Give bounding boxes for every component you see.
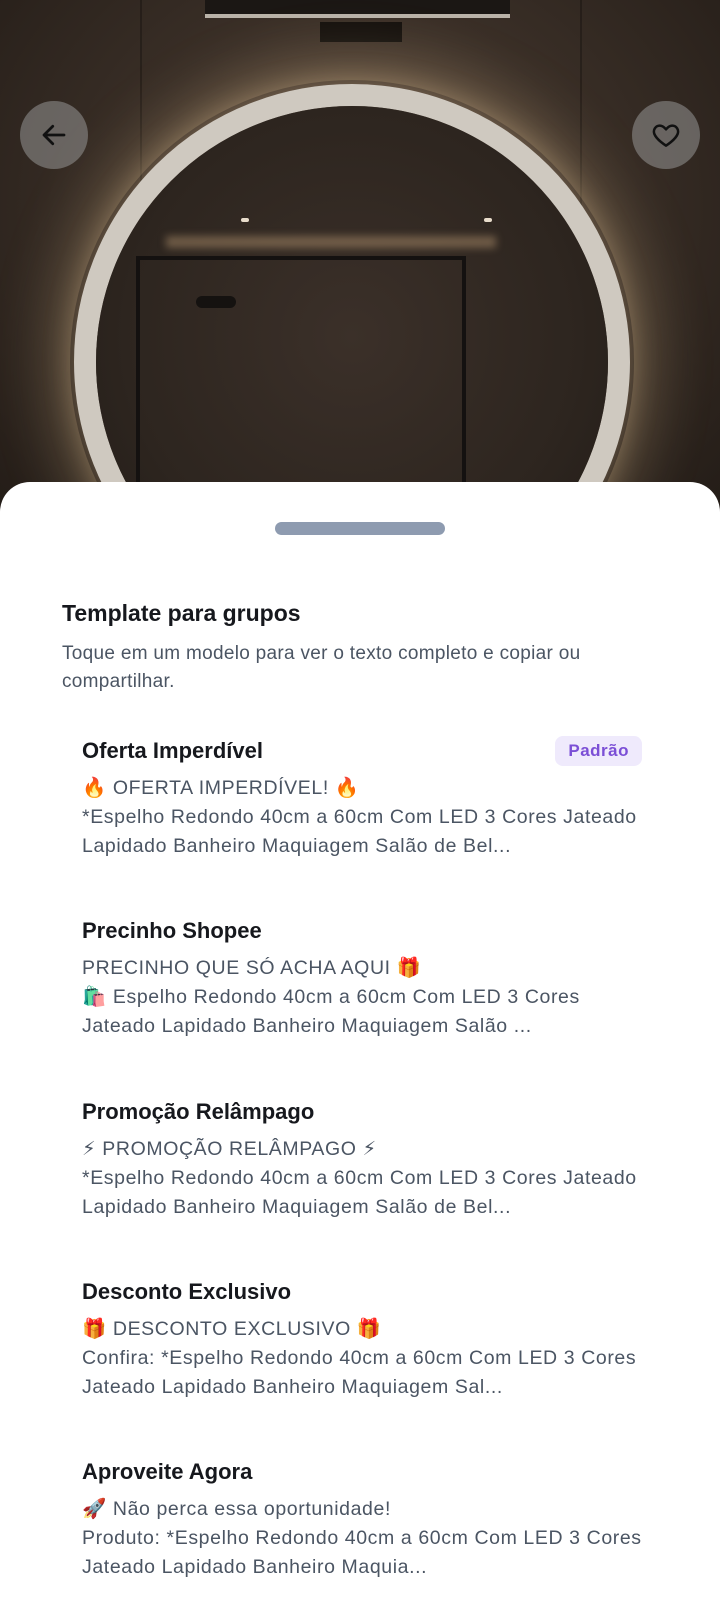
template-card-precinho-shopee[interactable]: Precinho Shopee PRECINHO QUE SÓ ACHA AQU… xyxy=(82,914,642,1041)
default-badge: Padrão xyxy=(555,736,642,766)
template-name: Desconto Exclusivo xyxy=(82,1279,292,1304)
template-card-aproveite-agora[interactable]: Aproveite Agora 🚀 Não perca essa oportun… xyxy=(82,1455,642,1582)
template-card-oferta-imperdivel[interactable]: Oferta Imperdível Padrão 🔥 OFERTA IMPERD… xyxy=(82,734,642,861)
product-image-lamp-base xyxy=(320,22,402,42)
sheet-drag-handle[interactable] xyxy=(275,522,445,535)
template-card-desconto-exclusivo[interactable]: Desconto Exclusivo 🎁 DESCONTO EXCLUSIVO … xyxy=(82,1275,642,1402)
favorite-button[interactable] xyxy=(632,101,700,169)
template-preview: 🚀 Não perca essa oportunidade! Produto: … xyxy=(82,1498,642,1578)
sheet-subtitle: Toque em um modelo para ver o texto comp… xyxy=(62,643,581,692)
arrow-left-icon xyxy=(42,124,66,146)
template-card-promocao-relampago[interactable]: Promoção Relâmpago ⚡ PROMOÇÃO RELÂMPAGO … xyxy=(82,1095,642,1222)
template-preview: 🎁 DESCONTO EXCLUSIVO 🎁 Confira: *Espelho… xyxy=(82,1318,637,1398)
product-image-lamp xyxy=(205,0,510,18)
template-name: Precinho Shopee xyxy=(82,918,262,943)
product-image xyxy=(0,0,720,520)
sheet-title: Template para grupos xyxy=(62,600,301,626)
product-image-shower-head xyxy=(196,296,236,308)
template-preview: ⚡ PROMOÇÃO RELÂMPAGO ⚡ *Espelho Redondo … xyxy=(82,1138,637,1218)
template-preview: PRECINHO QUE SÓ ACHA AQUI 🎁 🛍️ Espelho R… xyxy=(82,957,580,1037)
product-image-light-strip xyxy=(166,236,496,248)
template-name: Oferta Imperdível xyxy=(82,738,263,763)
template-name: Aproveite Agora xyxy=(82,1459,253,1484)
product-image-spot xyxy=(241,218,249,222)
product-image-shower-frame xyxy=(136,256,466,520)
back-button[interactable] xyxy=(20,101,88,169)
template-bottom-sheet: Template para grupos Toque em um modelo … xyxy=(0,482,720,1607)
product-image-spot xyxy=(484,218,492,222)
template-name: Promoção Relâmpago xyxy=(82,1099,315,1124)
template-preview: 🔥 OFERTA IMPERDÍVEL! 🔥 *Espelho Redondo … xyxy=(82,777,637,857)
heart-icon xyxy=(652,124,680,147)
